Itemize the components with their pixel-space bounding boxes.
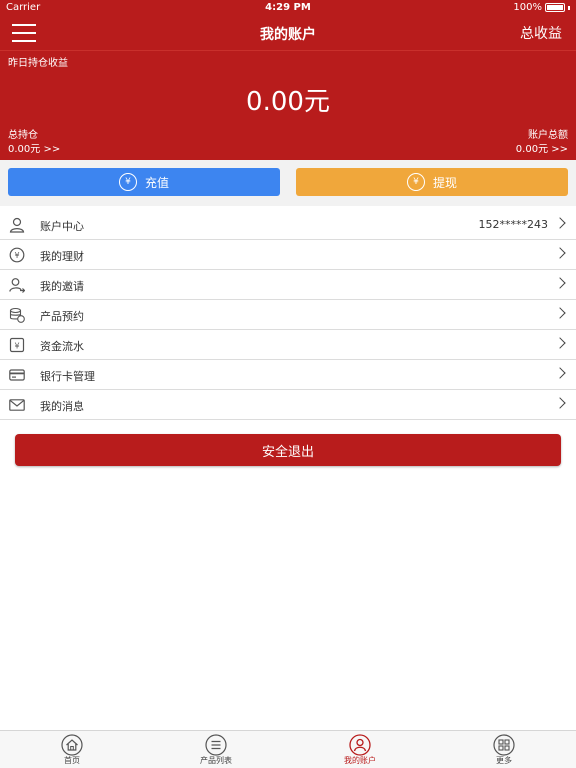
total-balance-link[interactable]: 0.00元 >> [516,143,568,157]
chevron-right-icon [554,367,566,379]
menu-item-label: 我的邀请 [40,280,84,293]
account-menu: 账户中心 152*****243 ¥ 我的理财 我的邀请 产品预约 ¥ 资金流水 [0,210,576,420]
nav-bar: 我的账户 总收益 [0,16,576,50]
list-icon [205,734,227,756]
svg-text:¥: ¥ [14,251,19,260]
menu-item-bank-card[interactable]: 银行卡管理 [0,360,576,390]
recharge-button[interactable]: ¥ 充值 [8,168,280,196]
menu-item-label: 银行卡管理 [40,370,95,383]
svg-text:¥: ¥ [14,342,19,351]
yen-circle-icon: ¥ [406,173,425,191]
total-income-link[interactable]: 总收益 [520,23,562,43]
tab-bar: 首页 产品列表 我的账户 更多 [0,730,576,768]
battery-indicator: 100% [513,2,570,13]
yen-square-icon: ¥ [8,336,26,354]
tab-label: 我的账户 [344,756,376,765]
account-icon [349,734,371,756]
tab-label: 更多 [496,756,512,765]
action-bar: ¥ 充值 ¥ 提现 [0,160,576,206]
chevron-right-icon [554,277,566,289]
menu-item-label: 我的理财 [40,250,84,263]
battery-icon [545,3,565,12]
chevron-right-icon [554,217,566,229]
yen-circle-icon: ¥ [8,246,26,264]
account-summary: 昨日持仓收益 0.00元 总持仓 0.00元 >> 账户总额 0.00元 >> [0,50,576,160]
chevron-right-icon [554,247,566,259]
tab-my-account[interactable]: 我的账户 [310,734,410,768]
clock: 4:29 PM [265,2,311,13]
yen-circle-icon: ¥ [118,173,137,191]
grid-icon [493,734,515,756]
battery-tip [568,5,570,10]
menu-item-my-finance[interactable]: ¥ 我的理财 [0,240,576,270]
holdings-link[interactable]: 0.00元 >> [8,143,60,157]
user-icon [8,216,26,234]
page-title: 我的账户 [260,27,316,43]
menu-item-fund-flow[interactable]: ¥ 资金流水 [0,330,576,360]
yesterday-income-amount: 0.00元 [246,87,330,117]
menu-item-account-center[interactable]: 账户中心 152*****243 [0,210,576,240]
withdraw-button[interactable]: ¥ 提现 [296,168,568,196]
chevron-right-icon [554,307,566,319]
invite-icon [8,276,26,294]
menu-item-my-invite[interactable]: 我的邀请 [0,270,576,300]
total-balance-label: 账户总额 [528,130,568,141]
account-phone-value: 152*****243 [478,218,549,231]
holdings-label: 总持仓 [8,130,38,141]
tab-home[interactable]: 首页 [22,734,122,768]
status-bar: Carrier 4:29 PM 100% [0,0,576,16]
battery-percent: 100% [513,2,542,13]
card-icon [8,366,26,384]
logout-button[interactable]: 安全退出 [15,434,561,466]
tab-label: 首页 [64,756,80,765]
mail-icon [8,396,26,414]
menu-item-label: 账户中心 [40,220,84,233]
home-icon [61,734,83,756]
tab-more[interactable]: 更多 [454,734,554,768]
menu-item-label: 资金流水 [40,340,84,353]
menu-item-label: 产品预约 [40,310,84,323]
menu-item-product-booking[interactable]: 产品预约 [0,300,576,330]
yesterday-income-label: 昨日持仓收益 [8,58,68,69]
menu-item-my-messages[interactable]: 我的消息 [0,390,576,420]
menu-item-label: 我的消息 [40,400,84,413]
tab-label: 产品列表 [200,756,232,765]
withdraw-label: 提现 [432,175,457,190]
coins-icon [8,306,26,324]
tab-product-list[interactable]: 产品列表 [166,734,266,768]
chevron-right-icon [554,397,566,409]
chevron-right-icon [554,337,566,349]
recharge-label: 充值 [144,175,169,190]
